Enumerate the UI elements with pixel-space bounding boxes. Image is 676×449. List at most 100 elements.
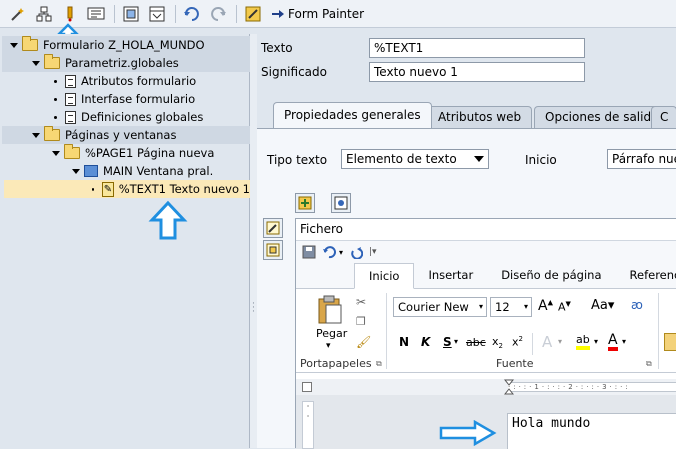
preview-button[interactable] [331,193,351,213]
horizontal-ruler[interactable]: ·:·:·1·:·:·2·:·:·3·:·: [508,382,676,392]
tree-item-globals[interactable]: Parametriz.globales [32,54,179,72]
ribbon-tab-referencias[interactable]: Referencias [616,268,676,288]
paste-icon[interactable] [316,295,344,325]
tree-item-label: Definiciones globales [81,110,204,124]
redo-icon[interactable] [349,245,364,259]
subscript-icon[interactable]: x2 [492,335,503,350]
tab-propiedades-generales[interactable]: Propiedades generales [273,102,432,128]
text-effects-icon[interactable]: A [542,333,552,351]
splitter-grip: · · · [252,299,255,317]
tree-item-main[interactable]: MAIN Ventana pral. [72,162,213,180]
clipboard-launcher-icon[interactable]: ⧉ [376,359,382,369]
text-hierarchy-button[interactable] [263,240,283,260]
format-painter-icon[interactable]: 🖌 [356,335,371,349]
tree-item-pages[interactable]: Páginas y ventanas [32,126,176,144]
customize-qat-icon[interactable]: |▾ [369,247,377,257]
tipo-texto-label: Tipo texto [267,153,328,167]
tipo-texto-value: Elemento de texto [346,152,457,166]
redo-icon[interactable] [208,4,228,24]
tab-opciones-salida[interactable]: Opciones de salida [534,106,670,128]
folder-icon [22,36,38,51]
clipboard-group-label: Portapapeles [300,357,372,370]
wand-icon[interactable] [8,4,28,24]
tree-bullet [54,115,57,119]
expand-triangle-icon[interactable] [52,150,60,156]
font-size-value: 12 [495,300,510,314]
tree-item-atributos[interactable]: Atributos formulario [54,72,196,90]
tipo-texto-select[interactable]: Elemento de texto [341,149,489,169]
italic-icon[interactable]: K [421,335,430,349]
tree-item-interfase[interactable]: Interfase formulario [54,90,195,108]
undo-icon[interactable] [182,4,202,24]
grow-font-icon[interactable]: A▲ [538,298,553,314]
tree-item-root[interactable]: Formulario Z_HOLA_MUNDO [10,36,205,54]
paste-button[interactable]: Pegar [316,327,347,340]
edit-text-button[interactable] [263,218,283,238]
cut-icon[interactable]: ✂ [356,295,366,309]
expand-triangle-icon[interactable] [72,168,80,174]
document-page[interactable]: Hola mundo [507,413,676,449]
form-painter-label: Form Painter [288,6,365,21]
window-icon[interactable] [147,4,167,24]
font-name-box[interactable]: Courier New ▾ [393,297,487,317]
ribbon-tab-inicio[interactable]: Inicio [354,263,415,289]
expand-triangle-icon[interactable] [32,60,40,66]
display-icon[interactable] [86,4,106,24]
highlight-color-icon[interactable]: ab [576,333,590,350]
ruler-bar: ·:·:·1·:·:·2·:·:·3·:·: [296,379,676,395]
copy-icon[interactable]: ❐ [356,315,366,328]
paste-dropdown-icon[interactable]: ▾ [326,341,331,351]
superscript-icon[interactable]: x2 [512,335,523,349]
painter-icon[interactable] [243,4,263,24]
change-case-icon[interactable]: Aa▾ [591,298,614,313]
font-size-dropdown-icon[interactable]: ▾ [524,300,528,314]
expand-triangle-icon[interactable] [10,42,18,48]
underline-icon[interactable]: S [443,335,452,349]
highlight-dropdown-icon[interactable]: ▾ [594,337,598,346]
font-color-icon[interactable]: A [608,333,618,351]
pane-splitter[interactable]: · · · [250,34,257,448]
ribbon-tab-diseno[interactable]: Diseño de página [487,268,615,288]
form-painter-button[interactable]: Form Painter [271,7,364,21]
expand-triangle-icon[interactable] [32,132,40,138]
underline-dropdown-icon[interactable]: ▾ [454,337,458,346]
toolbar-separator [114,4,115,23]
folder-icon [64,144,80,159]
font-color-dropdown-icon[interactable]: ▾ [622,337,626,346]
significado-field[interactable]: Texto nuevo 1 [369,62,585,82]
insert-field-button[interactable] [295,193,315,213]
tree-item-label: MAIN Ventana pral. [103,164,214,178]
tree-bullet [92,187,95,191]
font-launcher-icon[interactable]: ⧉ [646,359,652,369]
tab-atributos-web[interactable]: Atributos web [427,106,533,128]
ribbon-tab-insertar[interactable]: Insertar [414,268,487,288]
info-icon[interactable] [60,4,80,24]
word-menu-fichero[interactable]: Fichero [296,219,676,241]
indent-marker-icon[interactable] [504,379,514,395]
strikethrough-icon[interactable]: abc [466,336,486,349]
text-effects-dropdown-icon[interactable]: ▾ [558,337,562,346]
ribbon-tabs: Inicio Insertar Diseño de página Referen… [296,263,676,289]
clear-format-icon[interactable]: ꜵ [631,298,643,312]
toolbar-separator [236,4,237,23]
tree-item-page1[interactable]: %PAGE1 Página nueva [52,144,214,162]
texto-field[interactable]: %TEXT1 [369,38,585,58]
paragraph-align-icon[interactable] [664,333,676,351]
font-size-box[interactable]: 12 ▾ [490,297,532,317]
undo-dropdown-icon[interactable]: ▾ [339,248,343,257]
inicio-select[interactable]: Párrafo nuevo [607,149,676,169]
hierarchy-icon[interactable] [34,4,54,24]
font-name-dropdown-icon[interactable]: ▾ [479,300,483,314]
vertical-ruler[interactable]: · · [302,401,314,449]
save-icon[interactable] [302,245,316,259]
page-icon[interactable] [121,4,141,24]
tree-item-definiciones[interactable]: Definiciones globales [54,108,203,126]
document-text[interactable]: Hola mundo [512,416,590,431]
shrink-font-icon[interactable]: A▼ [558,300,571,314]
tree-item-text1[interactable]: ✎ %TEXT1 Texto nuevo 1 [92,180,250,198]
undo-icon[interactable] [322,245,336,259]
bold-icon[interactable]: N [399,335,409,349]
tab-overflow[interactable]: C [651,106,676,128]
tab-selector-icon[interactable] [302,382,312,392]
toolbar-separator [175,4,176,23]
